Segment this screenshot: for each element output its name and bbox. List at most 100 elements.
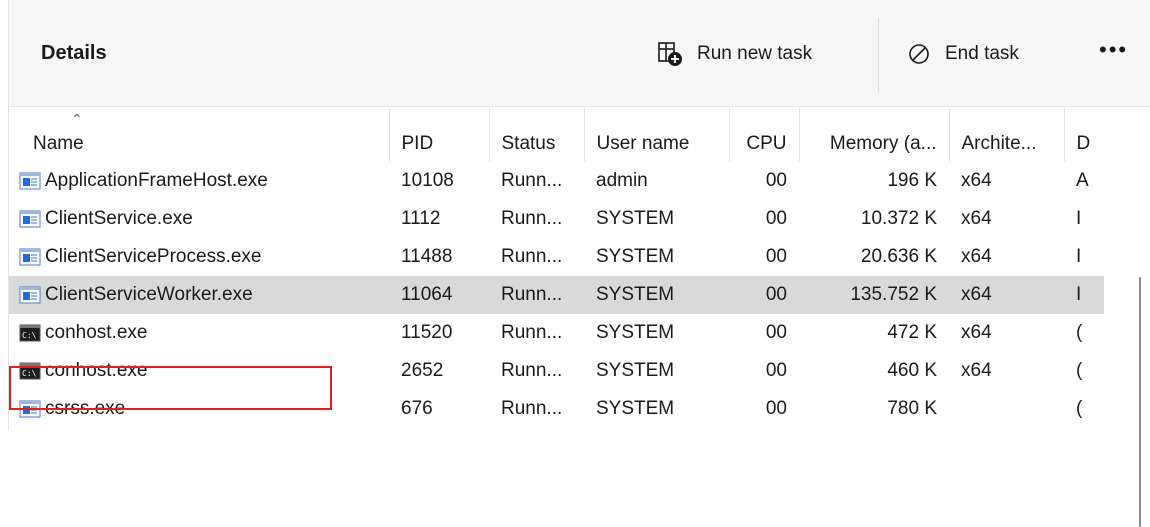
status-cell: Runn...: [501, 246, 563, 267]
process-name: conhost.exe: [45, 360, 148, 381]
process-name: ClientServiceWorker.exe: [45, 284, 253, 305]
table-row[interactable]: ClientServiceProcess.exe 11488 Runn... SYST…: [9, 238, 1104, 276]
cpu-cell: 00: [765, 170, 787, 191]
pid-cell: 2652: [401, 360, 444, 381]
table-header-row: ⌃ Name PID Status User name CPU Memory (…: [9, 107, 1104, 162]
process-table: ⌃ Name PID Status User name CPU Memory (…: [9, 107, 1104, 428]
pid-cell: 676: [401, 398, 433, 419]
column-header-cpu[interactable]: CPU: [729, 107, 800, 162]
process-name-cell: ClientServiceProcess.exe: [9, 238, 389, 276]
cpu-cell: 00: [765, 398, 787, 419]
description-cell: I: [1076, 246, 1082, 267]
description-cell: I: [1076, 208, 1082, 229]
user-name-cell: admin: [596, 170, 648, 191]
end-task-label: End task: [945, 43, 1019, 64]
memory-cell: 135.752 K: [799, 276, 949, 314]
window-app-icon: [19, 400, 41, 418]
process-name: ClientServiceProcess.exe: [45, 246, 262, 267]
process-name: ClientService.exe: [45, 208, 193, 229]
run-new-task-icon: [658, 42, 682, 66]
cpu-cell: 00: [765, 246, 787, 267]
table-row[interactable]: C:\ conhost.exe 2652 Runn... SYSTEM 00 460 K x6…: [9, 352, 1104, 390]
architecture-cell: x64: [961, 360, 992, 381]
description-cell: (: [1076, 360, 1083, 381]
vertical-scrollbar[interactable]: [1139, 277, 1141, 527]
table-row[interactable]: ApplicationFrameHost.exe 10108 Runn... admi…: [9, 162, 1104, 200]
column-header-description[interactable]: D: [1064, 107, 1104, 162]
pid-cell: 11520: [401, 322, 453, 343]
process-name: csrss.exe: [45, 398, 126, 419]
end-task-button[interactable]: End task: [907, 34, 1019, 74]
user-name-cell: SYSTEM: [596, 398, 675, 419]
process-name-cell: ClientServiceWorker.exe: [9, 276, 389, 314]
user-name-cell: SYSTEM: [596, 360, 675, 381]
toolbar-divider: [878, 18, 879, 92]
pid-cell: 10108: [401, 170, 454, 191]
task-manager-details-window: Details Run new task End task ••• ⌃ Name…: [8, 0, 1150, 527]
process-name-cell: ClientService.exe: [9, 200, 389, 238]
process-name-cell: csrss.exe: [9, 390, 389, 428]
architecture-cell: x64: [949, 276, 1064, 314]
pid-cell: 1112: [401, 208, 441, 229]
process-name-cell: ApplicationFrameHost.exe: [9, 162, 389, 200]
description-cell: I: [1064, 276, 1104, 314]
more-options-button[interactable]: •••: [1099, 30, 1128, 70]
pid-cell: 11488: [401, 246, 453, 267]
window-app-icon: [19, 286, 41, 304]
cpu-cell: 00: [729, 276, 799, 314]
cpu-cell: 00: [765, 208, 787, 229]
status-cell: Runn...: [501, 360, 563, 381]
user-name-cell: SYSTEM: [596, 322, 675, 343]
cpu-cell: 00: [765, 322, 787, 343]
user-name-cell: SYSTEM: [596, 208, 675, 229]
more-options-icon: •••: [1099, 37, 1129, 62]
architecture-cell: x64: [961, 246, 992, 267]
run-new-task-button[interactable]: Run new task: [657, 34, 812, 74]
column-header-name[interactable]: ⌃ Name: [9, 107, 390, 162]
status-cell: Runn...: [501, 208, 563, 229]
page-title: Details: [41, 42, 107, 64]
svg-text:C:\: C:\: [22, 331, 37, 340]
console-icon: C:\: [19, 324, 41, 342]
process-name: ApplicationFrameHost.exe: [45, 170, 268, 191]
column-header-architecture[interactable]: Archite...: [949, 107, 1065, 162]
memory-cell: 472 K: [887, 322, 937, 343]
table-row[interactable]: ClientService.exe 1112 Runn... SYSTEM 00 10.3…: [9, 200, 1104, 238]
memory-cell: 196 K: [887, 170, 937, 191]
memory-cell: 780 K: [887, 398, 937, 419]
status-cell: Runn...: [501, 322, 563, 343]
process-name-cell: C:\ conhost.exe: [9, 352, 389, 390]
architecture-cell: x64: [961, 208, 992, 229]
table-row[interactable]: ClientServiceWorker.exe 11064 Runn... SYSTE…: [9, 276, 1104, 314]
memory-cell: 10.372 K: [860, 208, 937, 229]
svg-text:C:\: C:\: [22, 369, 37, 378]
column-header-status[interactable]: Status: [489, 107, 585, 162]
window-app-icon: [19, 210, 41, 228]
status-cell: Runn...: [501, 170, 563, 191]
sort-ascending-icon: ⌃: [71, 111, 83, 127]
architecture-cell: x64: [961, 170, 992, 191]
table-row[interactable]: csrss.exe 676 Runn... SYSTEM 00 780 K (: [9, 390, 1104, 428]
run-new-task-label: Run new task: [697, 43, 813, 64]
status-cell: Runn...: [501, 398, 563, 419]
table-row[interactable]: C:\ conhost.exe 11520 Runn... SYSTEM 00 472 K x…: [9, 314, 1104, 352]
window-app-icon: [19, 172, 41, 190]
process-name: conhost.exe: [45, 322, 148, 343]
window-app-icon: [19, 248, 41, 266]
cpu-cell: 00: [765, 360, 787, 381]
process-name-cell: C:\ conhost.exe: [9, 314, 389, 352]
toolbar: Details Run new task End task •••: [9, 0, 1150, 107]
column-header-memory[interactable]: Memory (a...: [799, 107, 950, 162]
console-icon: C:\: [19, 362, 41, 380]
user-name-cell: SYSTEM: [596, 246, 675, 267]
user-name-cell: SYSTEM: [584, 276, 729, 314]
end-task-icon: [909, 44, 929, 64]
column-header-user-name[interactable]: User name: [584, 107, 730, 162]
architecture-cell: [949, 390, 1064, 428]
pid-cell: 11064: [389, 276, 489, 314]
process-table-area: ⌃ Name PID Status User name CPU Memory (…: [9, 107, 1150, 527]
description-cell: (: [1076, 398, 1083, 419]
column-header-pid[interactable]: PID: [389, 107, 490, 162]
status-cell: Runn...: [489, 276, 584, 314]
description-cell: (: [1076, 322, 1083, 343]
